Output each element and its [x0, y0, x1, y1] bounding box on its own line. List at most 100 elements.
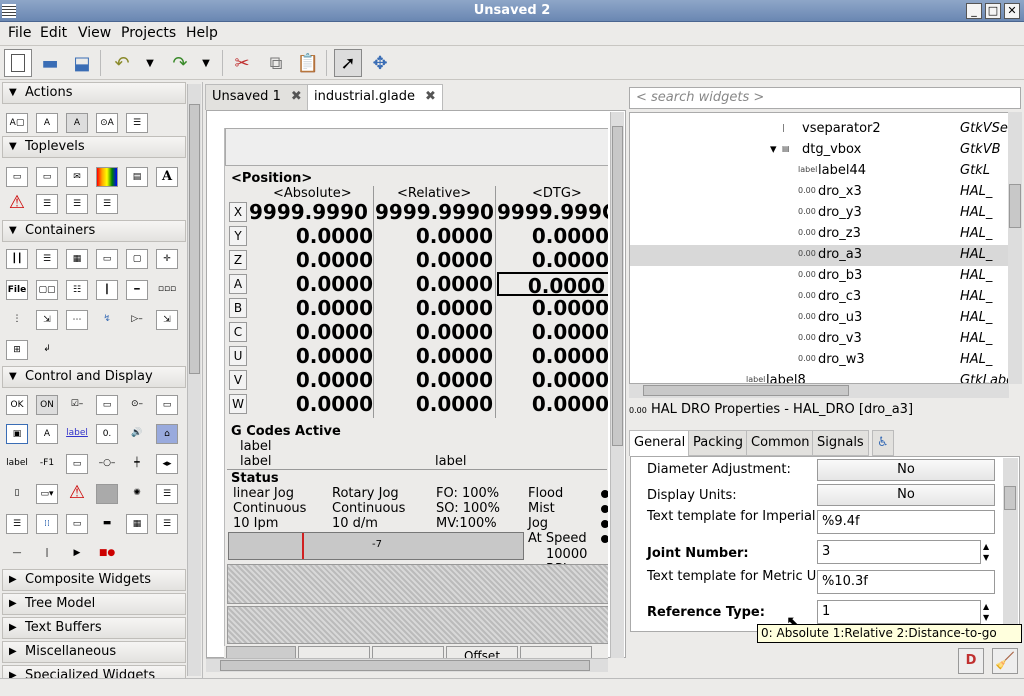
hscrollbar-icon[interactable]: ◂▸	[156, 454, 178, 474]
close-icon[interactable]: ✕	[1004, 3, 1020, 19]
dro-absolute-b[interactable]: 0.0000	[249, 296, 373, 320]
scale-button-icon[interactable]: 0.	[96, 424, 118, 444]
top-placeholder[interactable]	[225, 128, 608, 166]
dro-absolute-y[interactable]: 0.0000	[249, 224, 373, 248]
tree-row[interactable]: 0.00 dro_c3 HAL_	[630, 287, 1008, 308]
bottom-button[interactable]	[298, 646, 370, 658]
axis-button-v[interactable]: V	[229, 370, 247, 390]
tree-row[interactable]: | vseparator2 GtkVSe	[630, 119, 1008, 140]
close-tab-icon[interactable]: ✖	[291, 89, 302, 104]
vscale-icon[interactable]: ┿	[126, 454, 148, 474]
radio-action-icon[interactable]: A	[66, 113, 88, 133]
viewport-icon[interactable]: ⇲	[156, 310, 178, 330]
axis-button-a[interactable]: A	[229, 274, 247, 294]
tree-row[interactable]: 0.00 dro_v3 HAL_	[630, 329, 1008, 350]
entry-icon[interactable]: ▭	[66, 454, 88, 474]
accessibility-tab-icon[interactable]: ♿	[872, 430, 894, 456]
devhelp-icon[interactable]: D	[958, 648, 984, 674]
color-button-icon[interactable]: ▣	[6, 424, 28, 444]
close-tab-icon[interactable]: ✖	[425, 89, 436, 104]
accel-label-icon[interactable]: -F1	[36, 454, 58, 474]
dro-relative-z[interactable]: 0.0000	[375, 248, 493, 272]
menu-edit[interactable]: Edit	[40, 25, 67, 41]
spinner-icon[interactable]: ✺	[126, 484, 148, 504]
spin-arrows-icon[interactable]: ▲ ▼	[983, 541, 989, 563]
metric-template-input[interactable]: %10.3f	[817, 570, 995, 594]
search-widgets-input[interactable]: < search widgets >	[629, 87, 1021, 109]
radio-button-icon[interactable]: ⊙–	[126, 395, 148, 415]
hpaned-icon[interactable]: ┃	[96, 280, 118, 300]
tree-row[interactable]: labellabel8 GtkLabel	[630, 371, 1008, 383]
tab-unsaved-1[interactable]: Unsaved 1 ✖	[205, 84, 309, 110]
action-group-icon[interactable]: ☰	[126, 113, 148, 133]
design-surface[interactable]: <Position> <Absolute> <Relative> <DTG> X…	[224, 128, 608, 648]
axis-button-x[interactable]: X	[229, 202, 247, 222]
tree-row[interactable]: 0.00 dro_w3 HAL_	[630, 350, 1008, 371]
menu-view[interactable]: View	[78, 25, 111, 41]
drag-resize-icon[interactable]: ✥	[366, 49, 394, 77]
dro-absolute-z[interactable]: 0.0000	[249, 248, 373, 272]
dro-dtg-z[interactable]: 0.0000	[497, 248, 608, 272]
menu-help[interactable]: Help	[186, 25, 218, 41]
notebook-icon[interactable]: ▭	[96, 249, 118, 269]
palette-group-miscellaneous[interactable]: ▶ Miscellaneous	[2, 641, 186, 663]
dialog-icon[interactable]: ▭	[36, 167, 58, 187]
progress-bar-icon[interactable]	[96, 484, 118, 504]
expander-widget-icon[interactable]: ↯	[96, 310, 118, 330]
diameter-toggle[interactable]: No	[817, 459, 995, 481]
clear-broom-icon[interactable]: 🧹	[992, 648, 1018, 674]
axis-button-y[interactable]: Y	[229, 226, 247, 246]
palette-group-containers[interactable]: ▼ Containers	[2, 220, 186, 242]
color-dialog-icon[interactable]	[96, 167, 118, 187]
tab-common[interactable]: Common	[746, 430, 815, 456]
redo-icon[interactable]: ↷	[166, 49, 194, 77]
axis-button-c[interactable]: C	[229, 322, 247, 342]
frame-icon[interactable]: ▢	[126, 249, 148, 269]
axis-button-z[interactable]: Z	[229, 250, 247, 270]
joint-number-spin[interactable]: 3	[817, 540, 981, 564]
axis-button-b[interactable]: B	[229, 298, 247, 318]
reference-type-spin[interactable]: 1	[817, 600, 981, 624]
tree-vscrollbar[interactable]	[1008, 112, 1022, 384]
save-icon[interactable]: ⬓	[68, 49, 96, 77]
calendar-icon[interactable]: ▦	[126, 514, 148, 534]
minimize-icon[interactable]: _	[966, 3, 982, 19]
window-menu-icon[interactable]	[2, 4, 16, 18]
axis-button-u[interactable]: U	[229, 346, 247, 366]
combo-box-icon[interactable]: ▭▾	[36, 484, 58, 504]
palette-scrollbar[interactable]	[187, 84, 201, 676]
warning-dialog-icon[interactable]: ⚠	[6, 194, 28, 214]
tab-packing[interactable]: Packing	[688, 430, 749, 456]
offscreen-window-icon[interactable]: ☰	[96, 194, 118, 214]
fixed-icon[interactable]: ✛	[156, 249, 178, 269]
dro-relative-u[interactable]: 0.0000	[375, 344, 493, 368]
file-chooser-button-icon[interactable]: ▭	[156, 395, 178, 415]
widget-tree[interactable]: | vseparator2 GtkVSe ▾ ▤ dtg_vbox GtkVB label la…	[629, 112, 1009, 384]
axis-button-w[interactable]: W	[229, 394, 247, 414]
dro-relative-w[interactable]: 0.0000	[375, 392, 493, 416]
vscrollbar-icon[interactable]: ▯	[6, 484, 28, 504]
tree-row[interactable]: 0.00 dro_b3 HAL_	[630, 266, 1008, 287]
scrolled-window-icon[interactable]: ⊞	[6, 340, 28, 360]
table-icon[interactable]: ▦	[66, 249, 88, 269]
copy-icon[interactable]: ⧉	[262, 49, 290, 77]
recent-action-icon[interactable]: ⊙A	[96, 113, 118, 133]
properties-scrollbar[interactable]	[1003, 458, 1018, 630]
vseparator-icon[interactable]: |	[36, 544, 58, 564]
tree-row[interactable]: 0.00 dro_a3 HAL_	[630, 245, 1008, 266]
hbox-icon[interactable]: ┃┃	[6, 249, 28, 269]
dro-relative-b[interactable]: 0.0000	[375, 296, 493, 320]
font-dialog-icon[interactable]: A	[156, 167, 178, 187]
assistant-icon[interactable]: ☰	[66, 194, 88, 214]
palette-group-specialized[interactable]: ▶ Specialized Widgets	[2, 665, 186, 678]
dro-dtg-v[interactable]: 0.0000	[497, 368, 608, 392]
menu-projects[interactable]: Projects	[121, 25, 176, 41]
dro-dtg-c[interactable]: 0.0000	[497, 320, 608, 344]
hseparator-icon[interactable]: —	[6, 544, 28, 564]
dro-relative-x[interactable]: 9999.9990	[375, 200, 494, 224]
palette-group-tree-model[interactable]: ▶ Tree Model	[2, 593, 186, 615]
tree-hscrollbar[interactable]	[629, 384, 1009, 398]
bottom-button[interactable]	[226, 646, 296, 658]
dro-dtg-w[interactable]: 0.0000	[497, 392, 608, 416]
tab-general[interactable]: General	[629, 430, 691, 456]
